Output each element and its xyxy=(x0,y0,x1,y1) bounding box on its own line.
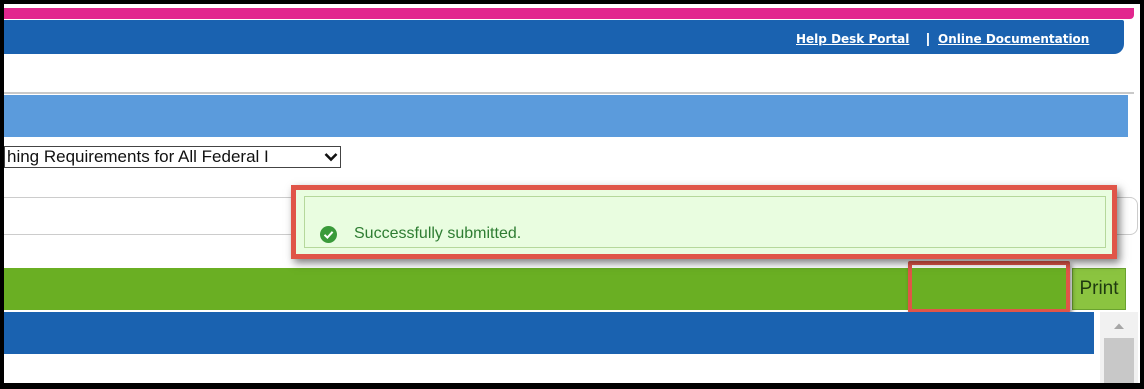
help-desk-portal-link[interactable]: Help Desk Portal xyxy=(796,32,909,46)
scroll-up-arrow-icon[interactable] xyxy=(1104,316,1134,336)
divider xyxy=(4,92,1134,94)
header-link-separator: | xyxy=(926,30,930,46)
screenshot-frame: Help Desk Portal | Online Documentation … xyxy=(0,0,1144,389)
success-notification: Successfully submitted. xyxy=(291,185,1117,259)
highlight-box xyxy=(908,261,1070,313)
brand-accent-bar xyxy=(4,8,1134,19)
results-header-bar xyxy=(4,312,1094,354)
scrollbar-thumb[interactable] xyxy=(1104,338,1134,383)
notification-message: Successfully submitted. xyxy=(354,225,522,242)
page-viewport: Help Desk Portal | Online Documentation … xyxy=(4,4,1140,383)
print-button[interactable]: Print xyxy=(1072,268,1126,310)
chevron-down-icon[interactable] xyxy=(322,147,340,167)
requirement-select-value: hing Requirements for All Federal I xyxy=(7,147,269,166)
online-documentation-link[interactable]: Online Documentation xyxy=(938,32,1089,46)
section-header-bar xyxy=(4,95,1128,137)
check-circle-icon xyxy=(320,226,337,243)
requirement-select[interactable]: hing Requirements for All Federal I xyxy=(4,146,341,168)
